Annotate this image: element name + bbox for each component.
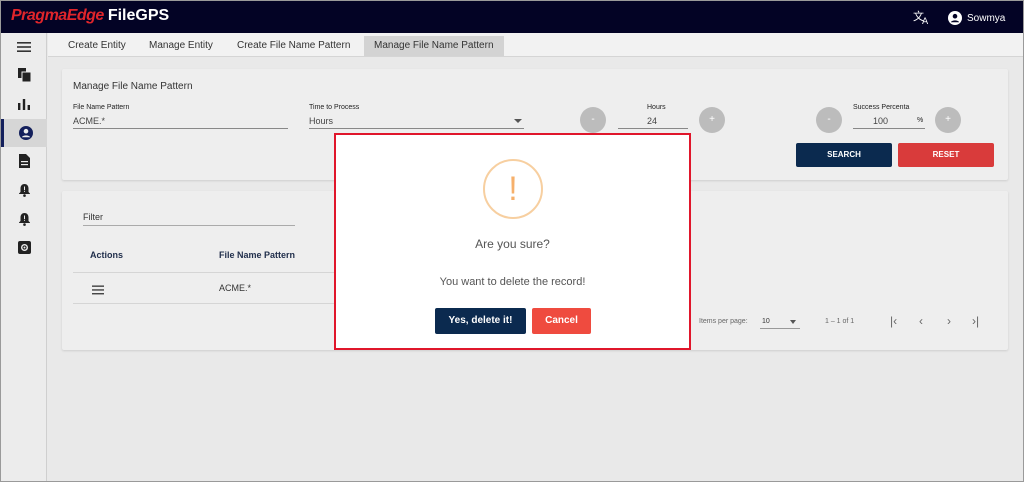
dialog-message: You want to delete the record!	[439, 276, 586, 288]
confirm-delete-button[interactable]: Yes, delete it!	[435, 308, 526, 334]
dialog-title: Are you sure?	[475, 237, 550, 251]
confirm-delete-dialog: ! Are you sure? You want to delete the r…	[334, 133, 691, 350]
cancel-button[interactable]: Cancel	[532, 308, 591, 334]
warning-icon: !	[483, 159, 543, 219]
modal-overlay: ! Are you sure? You want to delete the r…	[1, 1, 1023, 481]
app-window: PragmaEdge FileGPS 文A Sowmya Create Enti…	[0, 0, 1024, 482]
